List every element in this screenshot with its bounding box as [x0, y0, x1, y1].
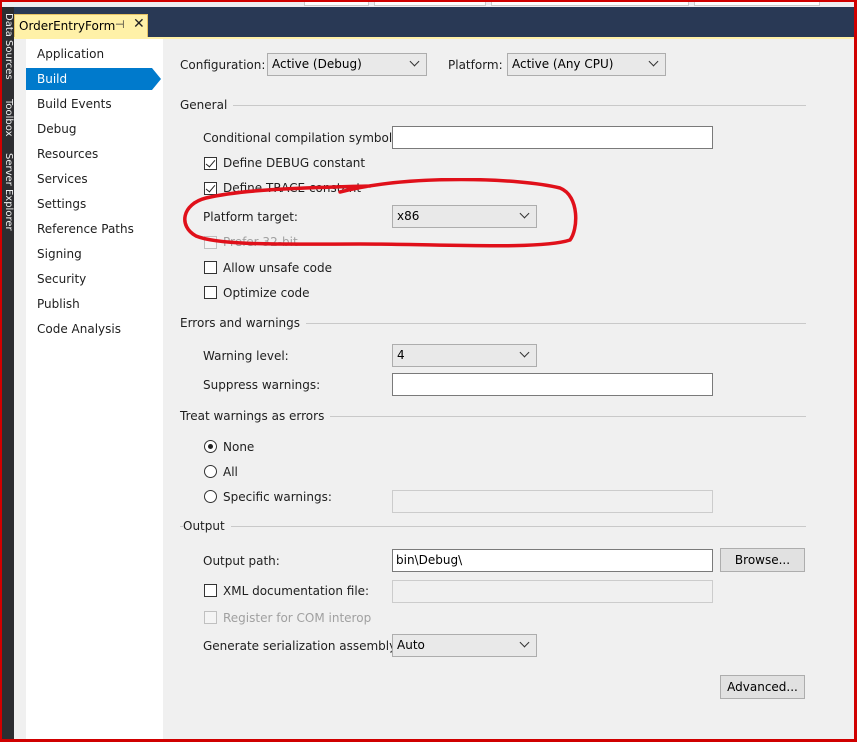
chevron-down-icon: [648, 56, 659, 67]
nav-item-debug[interactable]: Debug: [26, 118, 163, 140]
section-divider: [180, 526, 806, 527]
treat-all-label: All: [223, 465, 238, 479]
platform-label: Platform:: [448, 58, 503, 72]
nav-item-build[interactable]: Build: [26, 68, 161, 90]
section-divider: [180, 105, 806, 106]
platform-value: Active (Any CPU): [512, 57, 614, 71]
chevron-down-icon: [519, 347, 530, 358]
xml-doc-checkbox[interactable]: [204, 584, 217, 597]
nav-item-services[interactable]: Services: [26, 168, 163, 190]
allow-unsafe-checkbox[interactable]: [204, 261, 217, 274]
configuration-value: Active (Debug): [272, 57, 362, 71]
output-path-label: Output path:: [203, 554, 280, 568]
suppress-warnings-label: Suppress warnings:: [203, 378, 321, 392]
document-tab[interactable]: OrderEntryForm ⊣ ✕: [14, 14, 148, 37]
serialization-value: Auto: [397, 638, 425, 652]
treat-specific-radio[interactable]: [204, 490, 217, 503]
section-title-general: General: [180, 98, 234, 112]
nav-item-application[interactable]: Application: [26, 43, 163, 65]
configuration-dropdown[interactable]: Active (Debug): [267, 53, 427, 76]
serialization-label: Generate serialization assembly:: [203, 639, 400, 653]
side-tool-strip: Data Sources Toolbox Server Explorer: [2, 7, 14, 739]
conditional-symbols-label: Conditional compilation symbols:: [203, 131, 403, 145]
output-path-input[interactable]: bin\Debug\: [392, 549, 713, 572]
nav-item-resources[interactable]: Resources: [26, 143, 163, 165]
nav-item-publish[interactable]: Publish: [26, 293, 163, 315]
xml-doc-input[interactable]: [392, 580, 713, 603]
document-tab-title: OrderEntryForm: [19, 19, 116, 33]
chevron-down-icon: [519, 637, 530, 648]
warning-level-label: Warning level:: [203, 349, 289, 363]
treat-specific-label: Specific warnings:: [223, 490, 332, 504]
specific-warnings-input[interactable]: [392, 490, 713, 513]
nav-gutter: [14, 39, 26, 739]
browse-button[interactable]: Browse...: [720, 548, 805, 572]
close-icon[interactable]: ✕: [133, 16, 145, 32]
nav-item-code-analysis[interactable]: Code Analysis: [26, 318, 163, 340]
optimize-code-checkbox[interactable]: [204, 286, 217, 299]
side-tool-data-sources[interactable]: Data Sources: [2, 13, 14, 80]
com-interop-checkbox[interactable]: [204, 611, 217, 624]
property-pages-nav: Application Build Build Events Debug Res…: [26, 39, 163, 739]
nav-item-settings[interactable]: Settings: [26, 193, 163, 215]
nav-item-build-events[interactable]: Build Events: [26, 93, 163, 115]
conditional-symbols-input[interactable]: [392, 126, 713, 149]
xml-doc-label: XML documentation file:: [223, 584, 370, 598]
frame-border: [0, 0, 857, 2]
warning-level-dropdown[interactable]: 4: [392, 344, 537, 367]
side-tool-server-explorer[interactable]: Server Explorer: [2, 153, 14, 231]
pin-icon[interactable]: ⊣: [115, 18, 125, 31]
serialization-dropdown[interactable]: Auto: [392, 634, 537, 657]
section-title-treat-warnings: Treat warnings as errors: [180, 409, 331, 423]
nav-item-label: Build: [37, 72, 68, 86]
advanced-button[interactable]: Advanced...: [720, 675, 805, 699]
side-tool-toolbox[interactable]: Toolbox: [2, 99, 14, 137]
com-interop-label: Register for COM interop: [223, 611, 372, 625]
platform-dropdown[interactable]: Active (Any CPU): [507, 53, 666, 76]
treat-none-radio[interactable]: [204, 440, 217, 453]
section-title-errors: Errors and warnings: [180, 316, 307, 330]
warning-level-value: 4: [397, 348, 405, 362]
treat-none-label: None: [223, 440, 255, 454]
nav-item-signing[interactable]: Signing: [26, 243, 163, 265]
optimize-code-label: Optimize code: [223, 286, 310, 300]
allow-unsafe-label: Allow unsafe code: [223, 261, 333, 275]
nav-item-security[interactable]: Security: [26, 268, 163, 290]
chevron-down-icon: [409, 56, 420, 67]
selection-arrow-icon: [152, 68, 161, 90]
annotation-circle: [183, 178, 578, 248]
section-title-output: Output: [183, 519, 231, 533]
define-debug-label: Define DEBUG constant: [223, 156, 366, 170]
suppress-warnings-input[interactable]: [392, 373, 713, 396]
frame-border: [0, 0, 2, 742]
define-debug-checkbox[interactable]: [204, 157, 217, 170]
treat-all-radio[interactable]: [204, 465, 217, 478]
configuration-label: Configuration:: [180, 58, 266, 72]
nav-item-reference-paths[interactable]: Reference Paths: [26, 218, 163, 240]
